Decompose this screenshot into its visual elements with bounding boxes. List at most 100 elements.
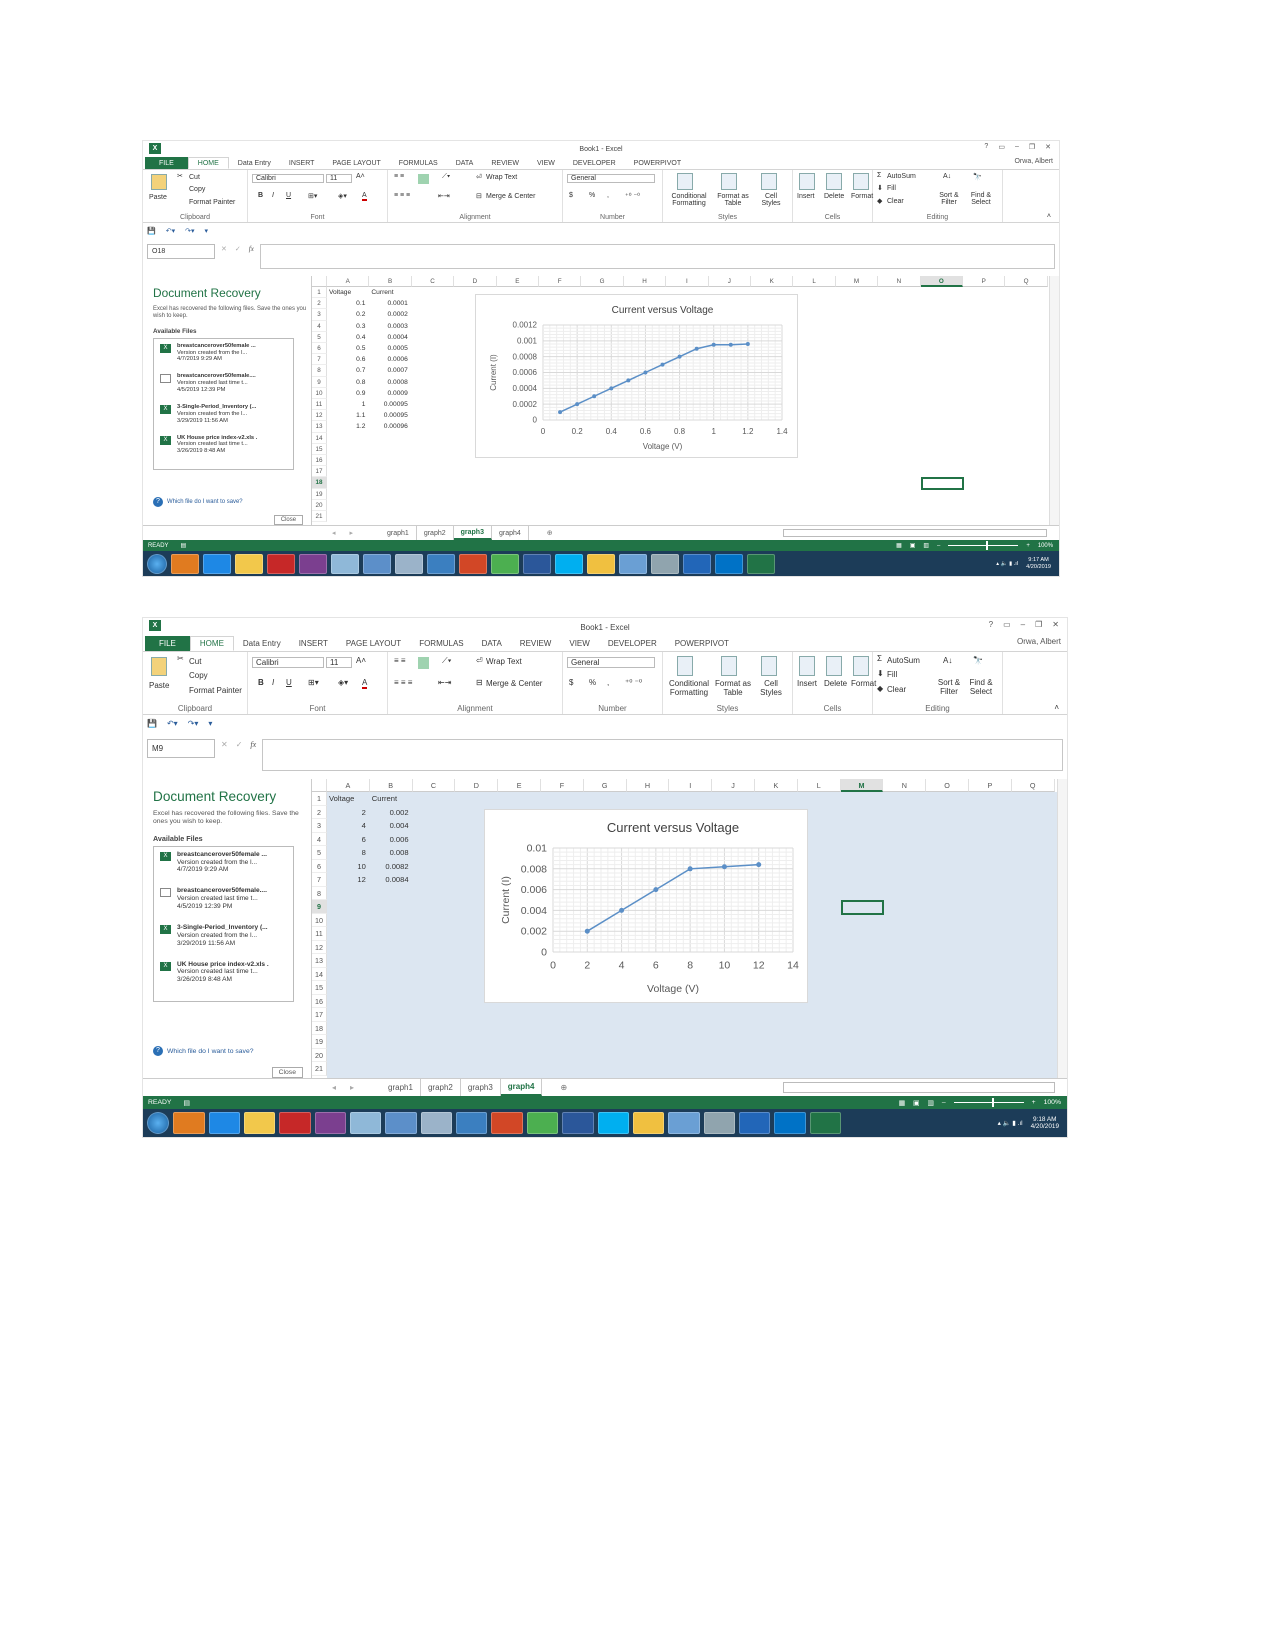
zoom-in-button[interactable]: + <box>1032 1099 1036 1106</box>
active-cell[interactable] <box>840 900 885 915</box>
column-header-N[interactable]: N <box>883 779 927 792</box>
formula-input[interactable] <box>259 244 1055 269</box>
tray-icons[interactable]: ▴ 🔈 ▮ .ıl <box>996 561 1018 567</box>
recovered-file-item[interactable]: Xbreastcancerover50female ... Version cre… <box>160 851 289 875</box>
cell-B13[interactable]: 0.00096 <box>369 421 408 432</box>
tab-insert[interactable]: INSERT <box>280 157 324 169</box>
cell-A7[interactable]: 0.6 <box>327 354 365 365</box>
zoom-in-button[interactable]: + <box>1026 543 1029 549</box>
zoom-level[interactable]: 100% <box>1038 543 1053 549</box>
borders-icon[interactable]: ⊞▾ <box>308 678 319 687</box>
row-header-21[interactable]: 21 <box>312 1062 327 1076</box>
row-header-7[interactable]: 7 <box>312 354 327 366</box>
normal-view-icon[interactable]: ▦ <box>899 1099 905 1107</box>
clear-button[interactable]: Clear <box>887 198 904 205</box>
taskbar-calculator-icon[interactable] <box>420 1111 453 1135</box>
row-header-7[interactable]: 7 <box>312 873 327 887</box>
cell-A6[interactable]: 0.5 <box>327 343 365 354</box>
taskbar-network-icon[interactable] <box>363 553 391 574</box>
number-format-select[interactable]: General <box>567 174 655 183</box>
zoom-out-button[interactable]: – <box>937 543 940 549</box>
format-table-icon[interactable] <box>721 656 737 676</box>
redo-icon[interactable]: ↷▾ <box>188 719 199 728</box>
sheet-tab-graph2[interactable]: graph2 <box>417 526 454 540</box>
cancel-icon[interactable]: ✕ <box>221 740 228 749</box>
taskbar-outlook-icon[interactable] <box>715 553 743 574</box>
conditional-formatting-icon[interactable] <box>677 656 693 676</box>
recovered-file-item[interactable]: X 3-Single-Period_Inventory (... Version c… <box>160 404 289 425</box>
borders-icon[interactable]: ⊞▾ <box>308 192 317 200</box>
sheet-tab-graph2[interactable]: graph2 <box>421 1079 461 1096</box>
cell-A3[interactable]: 0.2 <box>327 309 365 320</box>
cell-A9[interactable]: 0.8 <box>327 377 365 388</box>
recovered-file-item[interactable]: X UK House price index-v2.xls . Version cr… <box>160 961 289 985</box>
row-header-14[interactable]: 14 <box>312 432 327 444</box>
currency-button[interactable]: $ <box>569 678 573 687</box>
tab-insert[interactable]: INSERT <box>290 636 337 651</box>
row-header-3[interactable]: 3 <box>312 309 327 321</box>
cell-A3[interactable]: 4 <box>327 819 366 833</box>
cell-B10[interactable]: 0.0009 <box>369 388 407 399</box>
format-cells-button[interactable]: Format <box>851 193 873 200</box>
tab-developer[interactable]: DEVELOPER <box>564 157 625 169</box>
cell-A2[interactable]: 0.1 <box>327 298 365 309</box>
tab-formulas[interactable]: FORMULAS <box>390 157 447 169</box>
autosum-button[interactable]: AutoSum <box>887 656 920 665</box>
clock[interactable]: 9:17 AM 4/20/2019 <box>1026 557 1051 570</box>
align-left-icon[interactable]: ≡ ≡ ≡ <box>394 192 410 199</box>
cell-A6[interactable]: 10 <box>327 860 365 874</box>
select-all-corner[interactable] <box>312 276 327 287</box>
zoom-out-button[interactable]: – <box>942 1099 946 1106</box>
row-header-12[interactable]: 12 <box>312 940 327 954</box>
tab-powerpivot[interactable]: POWERPIVOT <box>625 157 690 169</box>
font-family-select[interactable]: Calibri <box>252 657 324 668</box>
tab-data-entry[interactable]: Data Entry <box>229 157 280 169</box>
zoom-level[interactable]: 100% <box>1044 1099 1061 1106</box>
grow-font-button[interactable]: A˄ <box>356 656 366 665</box>
tab-data-entry[interactable]: Data Entry <box>234 636 290 651</box>
taskbar-display-icon[interactable] <box>619 553 647 574</box>
active-cell[interactable] <box>920 477 964 490</box>
insert-function-button[interactable]: fx <box>250 740 256 749</box>
minimize-button[interactable]: – <box>1021 620 1025 629</box>
insert-cells-icon[interactable] <box>799 656 815 676</box>
cell-A1[interactable]: Voltage <box>329 792 354 806</box>
sheet-tab-graph4[interactable]: graph4 <box>492 526 529 540</box>
cut-icon[interactable]: ✂ <box>177 654 184 663</box>
tab-file[interactable]: FILE <box>145 157 188 169</box>
row-header-17[interactable]: 17 <box>312 466 327 478</box>
row-header-10[interactable]: 10 <box>312 387 327 399</box>
recovered-file-item[interactable]: X 3-Single-Period_Inventory (... Version c… <box>160 924 289 948</box>
row-header-16[interactable]: 16 <box>312 994 327 1008</box>
cut-icon[interactable]: ✂ <box>177 172 183 180</box>
column-header-Q[interactable]: Q <box>1005 276 1048 287</box>
taskbar-display-icon[interactable] <box>668 1111 700 1135</box>
tab-page-layout[interactable]: PAGE LAYOUT <box>337 636 410 651</box>
ribbon-display-icon[interactable]: ▭ <box>1003 620 1011 629</box>
taskbar-remote-desktop-icon[interactable] <box>427 553 455 574</box>
close-recovery-button[interactable]: Close <box>273 515 303 525</box>
minimize-button[interactable]: – <box>1015 143 1019 151</box>
font-family-select[interactable]: Calibri <box>252 174 324 183</box>
cell-B9[interactable]: 0.0008 <box>369 377 407 388</box>
row-header-18[interactable]: 18 <box>312 477 327 489</box>
taskbar-r-icon[interactable] <box>683 553 711 574</box>
taskbar-skype-icon[interactable] <box>555 553 583 574</box>
cell-B3[interactable]: 0.0002 <box>369 309 407 320</box>
fill-button[interactable]: Fill <box>887 185 896 192</box>
row-header-19[interactable]: 19 <box>312 488 327 500</box>
tab-powerpivot[interactable]: POWERPIVOT <box>666 636 738 651</box>
merge-icon[interactable]: ⊟ <box>476 678 483 687</box>
cell-A8[interactable]: 0.7 <box>327 365 365 376</box>
fill-icon[interactable]: ⬇ <box>877 669 884 678</box>
font-size-select[interactable]: 11 <box>326 657 352 668</box>
vertical-scrollbar[interactable] <box>1057 779 1067 1078</box>
cell-B1[interactable]: Current <box>372 792 397 806</box>
tab-home[interactable]: HOME <box>189 636 234 651</box>
redo-icon[interactable]: ↷▾ <box>185 227 194 235</box>
row-header-5[interactable]: 5 <box>312 846 327 860</box>
tab-developer[interactable]: DEVELOPER <box>599 636 666 651</box>
cell-A4[interactable]: 0.3 <box>327 321 365 332</box>
taskbar-excel-icon[interactable] <box>809 1111 841 1135</box>
help-link[interactable]: ? Which file do I want to save? <box>153 1046 254 1056</box>
